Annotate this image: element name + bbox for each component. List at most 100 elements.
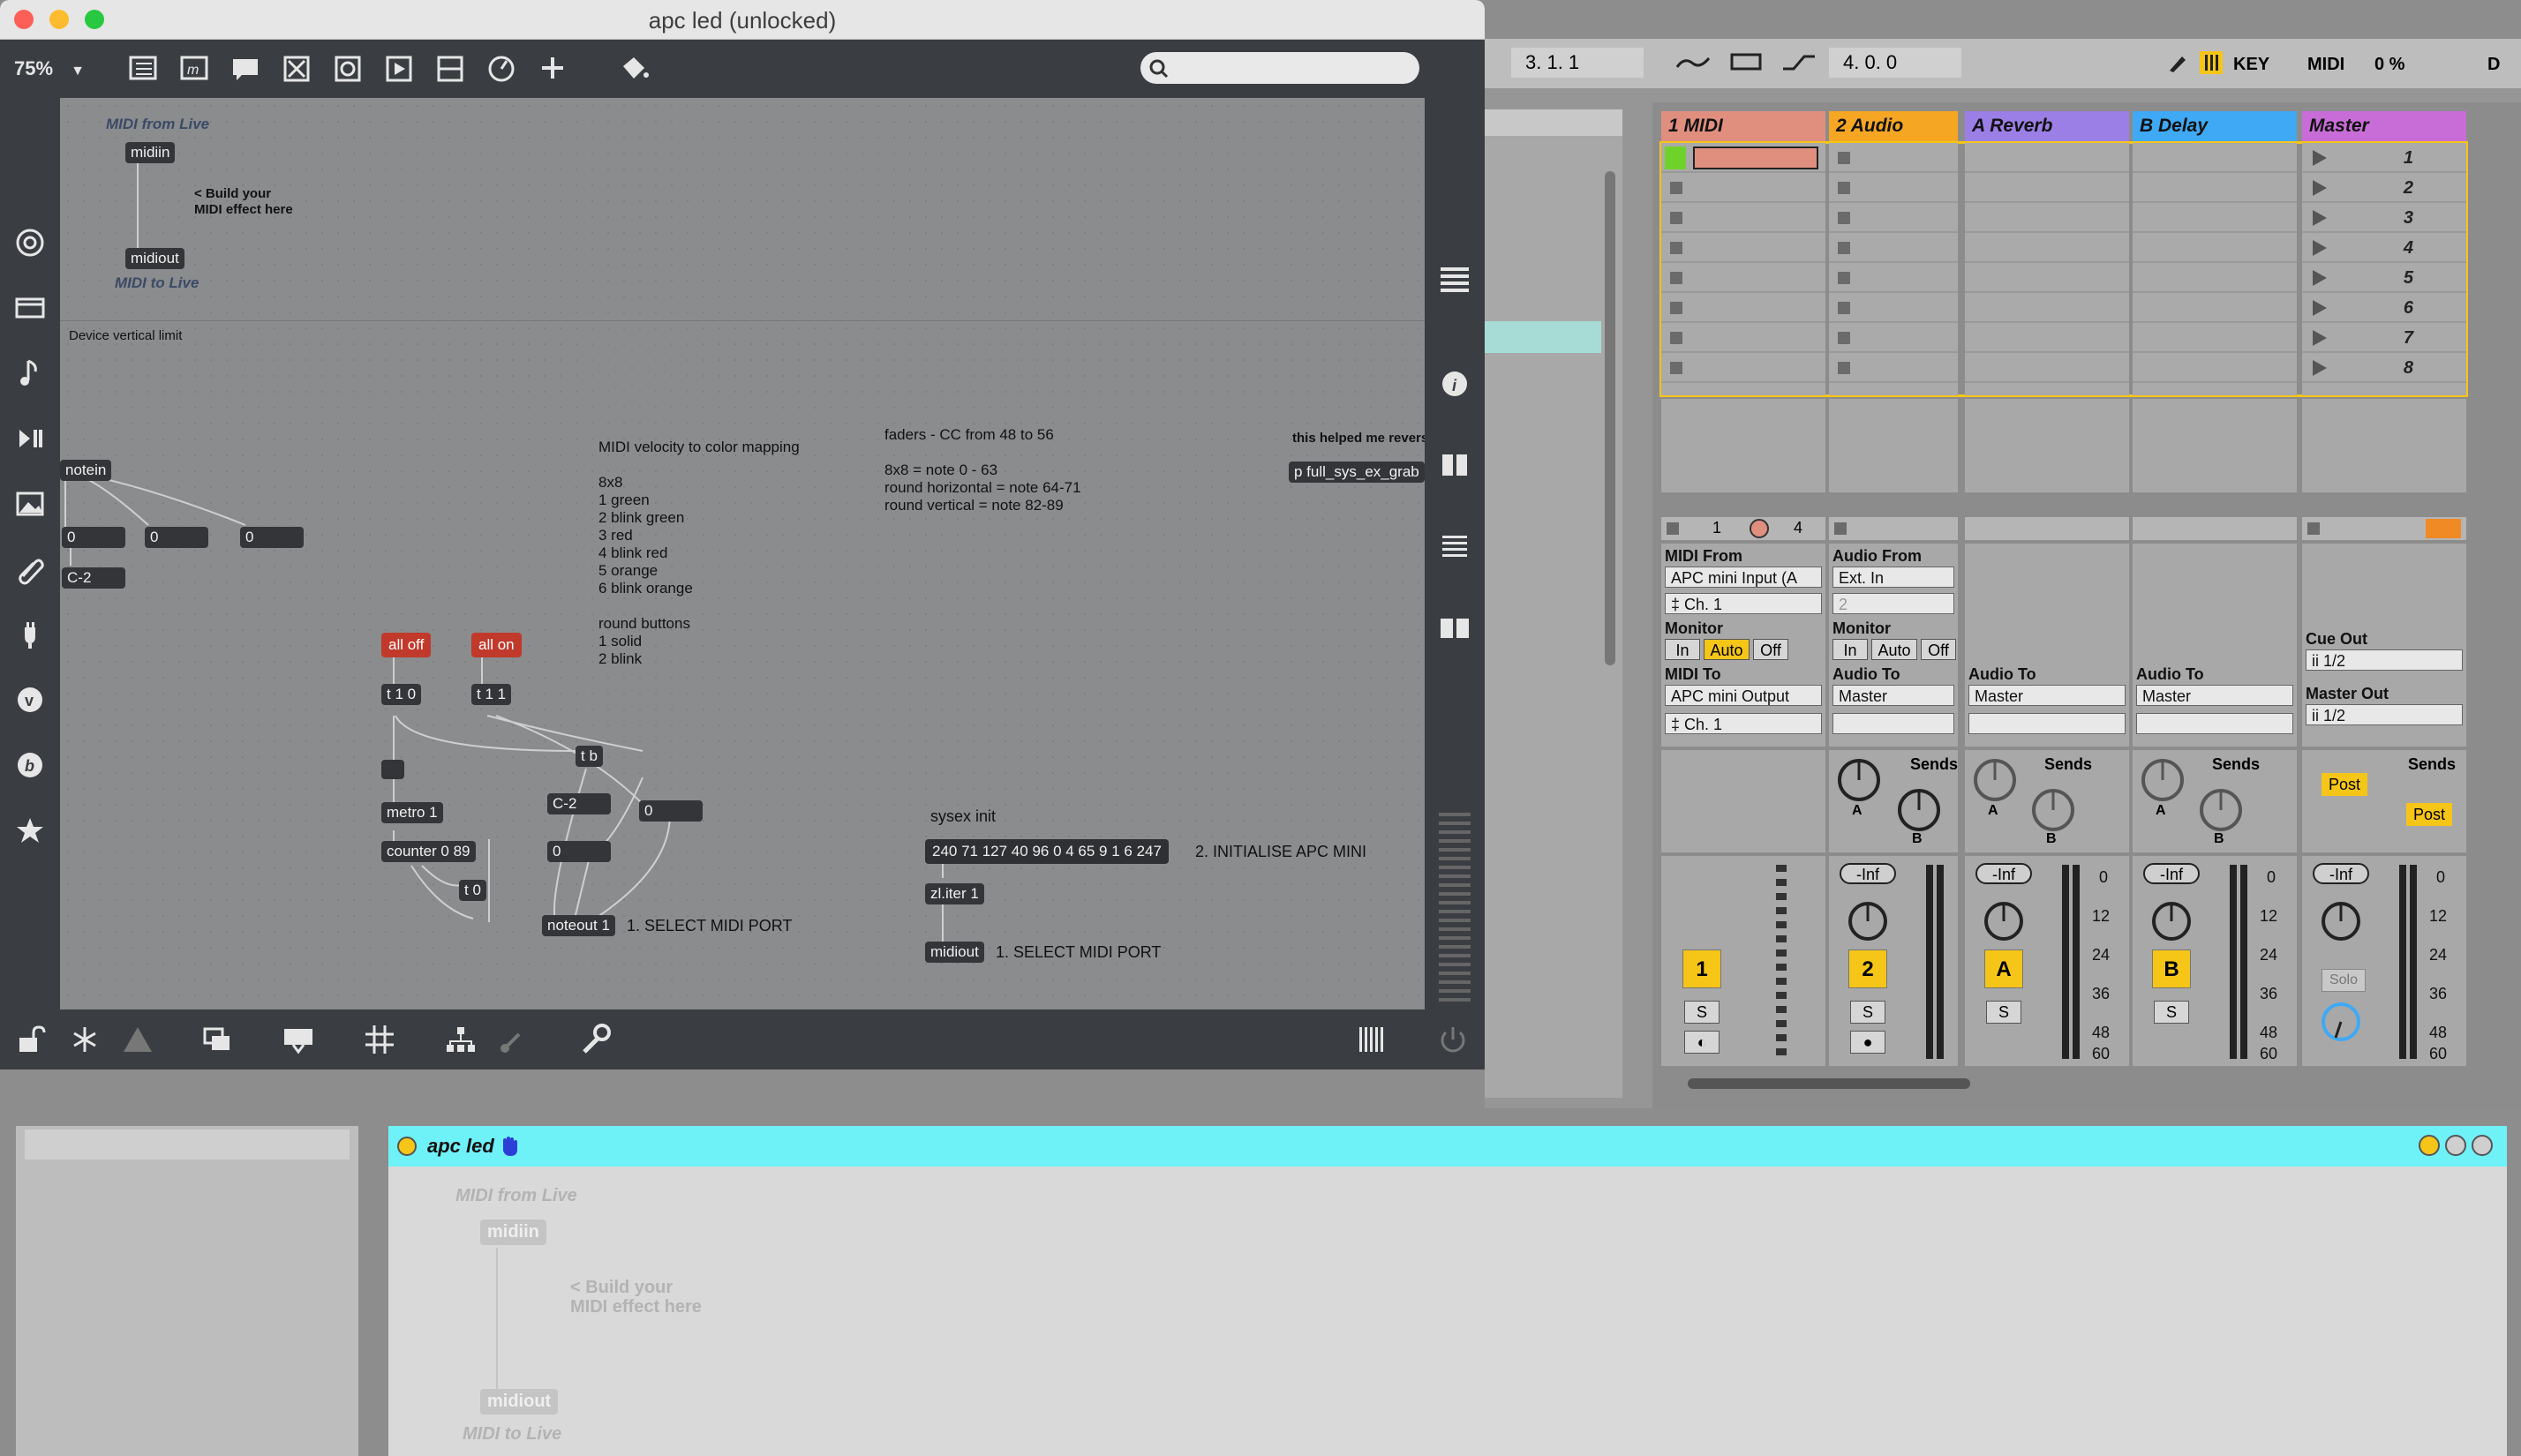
- edit-device-icon[interactable]: [2445, 1135, 2466, 1156]
- send-a-knob[interactable]: [2138, 755, 2187, 805]
- search-input[interactable]: [1140, 52, 1419, 84]
- monitor-auto-button[interactable]: Auto: [1704, 639, 1750, 660]
- message-box-icon[interactable]: [381, 50, 417, 86]
- send-b-knob[interactable]: [2196, 785, 2246, 835]
- hot-swap-icon[interactable]: [2419, 1135, 2440, 1156]
- session-horizontal-scrollbar[interactable]: [1688, 1078, 1970, 1089]
- clip-slot[interactable]: [1829, 203, 1958, 233]
- scene-slot[interactable]: 2: [2302, 173, 2466, 203]
- trigger-t10-object[interactable]: t 1 0: [381, 684, 422, 705]
- monitor-off-button[interactable]: Off: [1753, 639, 1788, 660]
- toggle-icon[interactable]: [279, 50, 314, 86]
- vimeo-icon[interactable]: v: [12, 682, 48, 717]
- stop-icon[interactable]: [1670, 302, 1682, 314]
- clip-slot[interactable]: [1661, 263, 1825, 293]
- stop-icon[interactable]: [1838, 332, 1850, 344]
- stop-icon[interactable]: [1838, 302, 1850, 314]
- info-icon[interactable]: i: [1437, 366, 1472, 402]
- scene-launch-icon[interactable]: [2313, 180, 2327, 196]
- overdrive-button[interactable]: D: [2487, 55, 2500, 75]
- scene-launch-icon[interactable]: [2313, 270, 2327, 286]
- track-header-b-delay[interactable]: B Delay: [2133, 111, 2297, 141]
- track-activator-a[interactable]: A: [1984, 949, 2023, 988]
- trigger-tb-object[interactable]: t b: [576, 746, 603, 767]
- clip-slot[interactable]: [1661, 293, 1825, 323]
- scene-slot[interactable]: 5: [2302, 263, 2466, 293]
- stop-icon[interactable]: [1838, 152, 1850, 164]
- columns-icon[interactable]: [1437, 447, 1472, 483]
- send-b-knob[interactable]: [2028, 785, 2078, 835]
- send-a-knob[interactable]: [1834, 755, 1884, 805]
- scene-launch-icon[interactable]: [2313, 300, 2327, 316]
- power-icon[interactable]: [1435, 1022, 1471, 1057]
- track-header-master[interactable]: Master: [2302, 111, 2466, 141]
- playback-icon[interactable]: [12, 421, 48, 456]
- audio-to-sub-dropdown[interactable]: [2136, 713, 2293, 734]
- clip-slot[interactable]: [1829, 293, 1958, 323]
- p-full-sysex-grab-object[interactable]: p full_sys_ex_grab: [1289, 462, 1425, 483]
- trigger-t0-object[interactable]: t 0: [459, 880, 486, 901]
- paperclip-icon[interactable]: [12, 552, 48, 587]
- scene-slot[interactable]: 3: [2302, 203, 2466, 233]
- audio-to-sub-dropdown[interactable]: [1968, 713, 2126, 734]
- target-icon[interactable]: [12, 225, 48, 260]
- arm-record-icon[interactable]: ●: [1850, 1031, 1885, 1054]
- scene-launch-icon[interactable]: [2313, 150, 2327, 166]
- stop-icon[interactable]: [1838, 362, 1850, 374]
- number-box-1[interactable]: 0: [62, 527, 125, 548]
- selected-item[interactable]: [1485, 321, 1601, 353]
- trigger-t11-object[interactable]: t 1 1: [471, 684, 512, 705]
- loop-icon[interactable]: [1727, 49, 1765, 76]
- audio-to-dropdown[interactable]: Master: [1968, 685, 2126, 706]
- pencil-icon[interactable]: [2164, 49, 2191, 76]
- input-channel-dropdown[interactable]: 2: [1832, 593, 1954, 614]
- track-activator-b[interactable]: B: [2152, 949, 2191, 988]
- key-map-button[interactable]: KEY: [2233, 55, 2269, 75]
- audio-from-dropdown[interactable]: Ext. In: [1832, 567, 1954, 588]
- drop-area[interactable]: [1661, 399, 1825, 492]
- unlock-icon[interactable]: [12, 1022, 48, 1057]
- counter-object[interactable]: counter 0 89: [381, 841, 476, 862]
- scene-slot[interactable]: 6: [2302, 293, 2466, 323]
- clip[interactable]: [1693, 146, 1818, 169]
- star-icon[interactable]: [12, 813, 48, 848]
- slider-object-icon[interactable]: [433, 50, 468, 86]
- patch-canvas[interactable]: MIDI from Live midiin < Build your MIDI e…: [60, 98, 1428, 1009]
- stop-icon[interactable]: [1838, 182, 1850, 194]
- device-activator-icon[interactable]: [397, 1137, 417, 1156]
- clip-slot[interactable]: [1661, 233, 1825, 263]
- solo-button[interactable]: S: [1684, 1001, 1720, 1024]
- post-button[interactable]: Post: [2406, 803, 2452, 826]
- stop-icon[interactable]: [1670, 362, 1682, 374]
- stop-icon[interactable]: [1670, 182, 1682, 194]
- presentation-icon[interactable]: [12, 290, 48, 326]
- pan-knob[interactable]: [1845, 898, 1891, 944]
- clip-slot[interactable]: [1661, 173, 1825, 203]
- scene-launch-icon[interactable]: [2313, 330, 2327, 346]
- drop-area[interactable]: [1965, 399, 2129, 492]
- midiout-object[interactable]: midiout: [125, 248, 184, 269]
- pan-knob[interactable]: [1981, 898, 2027, 944]
- all-off-message[interactable]: all off: [381, 633, 432, 657]
- toggle-object[interactable]: [381, 760, 404, 779]
- midiin-object[interactable]: midiin: [125, 142, 176, 163]
- paint-bucket-icon[interactable]: [616, 50, 651, 86]
- clip-slot[interactable]: [1829, 263, 1958, 293]
- volume-value[interactable]: -Inf: [1840, 863, 1896, 884]
- stop-icon[interactable]: [1667, 522, 1679, 535]
- clip-slot[interactable]: [1661, 323, 1825, 353]
- new-object-icon[interactable]: m: [177, 50, 212, 86]
- monitor-in-button[interactable]: In: [1832, 639, 1868, 660]
- scene-slot[interactable]: 1: [2302, 143, 2466, 173]
- add-dependency-icon[interactable]: [496, 1022, 531, 1057]
- track-activator-1[interactable]: 1: [1682, 949, 1721, 988]
- stop-icon[interactable]: [1838, 212, 1850, 224]
- number-box-2[interactable]: 0: [145, 527, 208, 548]
- grid-icon[interactable]: [362, 1022, 397, 1057]
- comment-icon[interactable]: [228, 50, 263, 86]
- noteout-object[interactable]: noteout 1: [542, 915, 615, 936]
- scene-slot[interactable]: 8: [2302, 353, 2466, 383]
- note-name-box-2[interactable]: C-2: [547, 793, 611, 814]
- song-position[interactable]: 3. 1. 1: [1511, 48, 1644, 78]
- monitor-auto-button[interactable]: Auto: [1871, 639, 1917, 660]
